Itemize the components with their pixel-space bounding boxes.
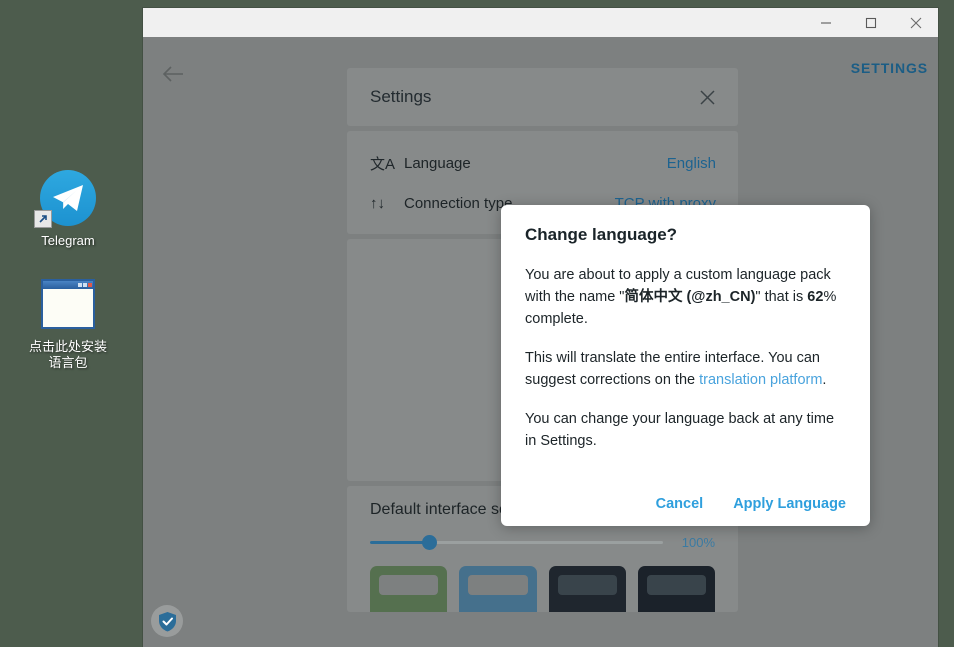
desktop-icon-telegram[interactable]: Telegram [8,170,128,249]
dialog-pack-name: 简体中文 (@zh_CN) [624,289,755,305]
settings-panel-title: Settings [370,87,431,107]
change-language-dialog: Change language? You are about to apply … [501,205,870,526]
theme-swatch-night[interactable] [549,566,626,612]
settings-close-icon[interactable] [699,89,716,106]
desktop-icon-label-line1: 点击此处安装 [8,339,128,355]
slider-fill [370,541,429,544]
desktop-icon-label: Telegram [8,233,128,249]
screen: Telegram 点击此处安装 语言包 [0,0,954,647]
scale-value-label: 100% [673,535,715,550]
dialog-actions: Cancel Apply Language [656,496,846,512]
cancel-button[interactable]: Cancel [656,496,704,512]
connection-icon: ↑↓ [370,195,404,212]
telegram-window: SETTINGS Settings [143,8,938,647]
settings-row-value[interactable]: English [667,155,716,172]
theme-swatch-night-dark[interactable] [638,566,715,612]
dialog-percent: 62 [807,289,823,305]
dialog-paragraph-3: You can change your language back at any… [525,408,846,452]
maximize-button[interactable] [848,8,893,37]
theme-preview [468,575,527,595]
close-button[interactable] [893,8,938,37]
dialog-text-b: " that is [755,289,807,305]
settings-row-language[interactable]: 文A Language English [347,143,738,183]
window-titlebar [143,8,938,37]
dialog-paragraph-2: This will translate the entire interface… [525,347,846,391]
apply-language-button[interactable]: Apply Language [733,496,846,512]
dialog-title: Change language? [525,225,846,245]
telegram-icon [40,170,96,226]
theme-swatch-list [347,566,738,612]
translation-platform-link[interactable]: translation platform [699,372,822,388]
settings-title[interactable]: SETTINGS [851,60,928,76]
desktop-icon-language-pack[interactable]: 点击此处安装 语言包 [8,276,128,371]
settings-card-header: Settings [347,68,738,126]
settings-header-card: Settings [347,68,738,126]
theme-preview [647,575,706,595]
back-arrow-icon[interactable] [158,59,188,89]
translate-icon: 文A [370,153,404,174]
theme-swatch-classic[interactable] [370,566,447,612]
minimize-button[interactable] [803,8,848,37]
shield-check-icon[interactable] [151,605,183,637]
settings-row-label: Language [404,155,667,172]
dialog-text-e: . [822,372,826,388]
theme-preview [379,575,438,595]
shortcut-arrow-icon [34,210,52,228]
scale-slider-row: 100% [370,534,715,550]
window-file-icon [41,279,95,329]
dialog-paragraph-1: You are about to apply a custom language… [525,264,846,330]
slider-handle[interactable] [422,535,437,550]
desktop-icon-label-line2: 语言包 [8,355,128,371]
theme-swatch-day-blue[interactable] [459,566,536,612]
theme-preview [558,575,617,595]
scale-slider[interactable] [370,534,663,550]
